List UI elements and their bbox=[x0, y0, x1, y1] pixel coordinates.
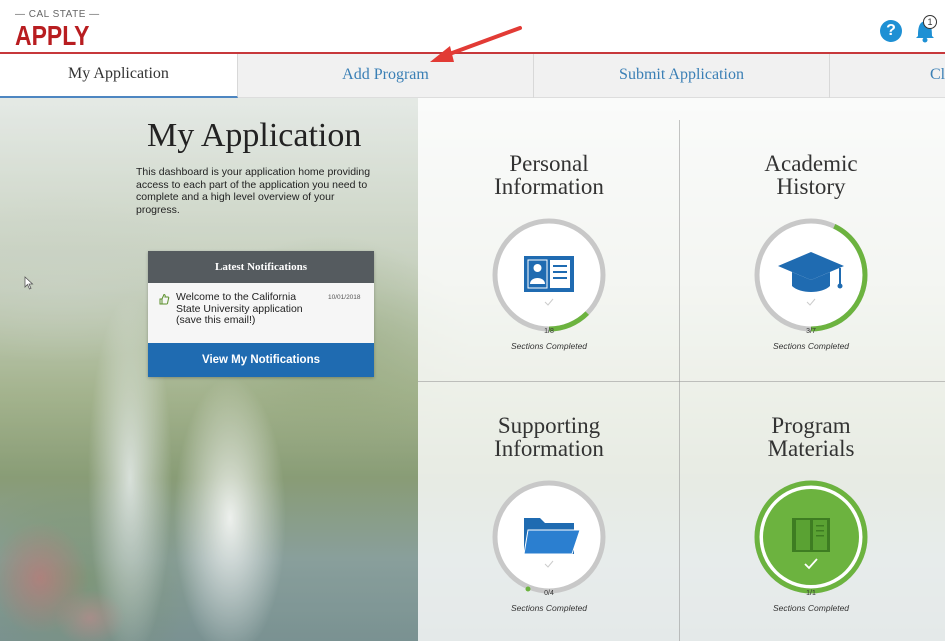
tile-sections-label: Sections Completed bbox=[510, 341, 588, 351]
page-description: This dashboard is your application home … bbox=[136, 166, 371, 216]
notifications-header: Latest Notifications bbox=[148, 251, 374, 283]
tab-cl-truncated[interactable]: Cl bbox=[830, 54, 945, 98]
progress-ring bbox=[754, 480, 868, 594]
tile-title-line2: Information bbox=[494, 436, 604, 461]
latest-notifications-card: Latest Notifications Welcome to the Cali… bbox=[148, 251, 374, 377]
tile-academic-history[interactable]: Academic History 3/7 Sections Completed bbox=[680, 120, 942, 382]
help-icon[interactable]: ? bbox=[880, 20, 902, 42]
annotation-arrow-icon bbox=[430, 26, 522, 62]
notification-count-badge: 1 bbox=[923, 15, 937, 29]
tile-title: Personal Information bbox=[418, 152, 680, 198]
tile-sections-label: Sections Completed bbox=[772, 341, 850, 351]
progress-ring bbox=[492, 480, 606, 594]
thumbs-up-icon bbox=[159, 293, 170, 305]
tile-title: Supporting Information bbox=[418, 414, 680, 460]
tile-count: 1/8 bbox=[544, 328, 554, 335]
logo-top-text: — CAL STATE — bbox=[15, 9, 100, 20]
notification-date: 10/01/2018 bbox=[328, 294, 361, 301]
tile-personal-information[interactable]: Personal Information 1/8 Sections Comple… bbox=[418, 120, 680, 382]
tile-title-line1: Academic bbox=[764, 151, 858, 176]
notifications-bell-button[interactable]: 1 bbox=[912, 14, 942, 44]
notification-text: Welcome to the California State Universi… bbox=[176, 291, 303, 326]
tile-title-line2: History bbox=[776, 174, 846, 199]
view-my-notifications-button[interactable]: View My Notifications bbox=[148, 343, 374, 377]
book-icon bbox=[792, 518, 830, 552]
tile-sections-label: Sections Completed bbox=[772, 603, 850, 613]
tile-title-line1: Supporting bbox=[497, 413, 601, 438]
cal-state-apply-logo[interactable]: — CAL STATE — APPLY bbox=[15, 9, 99, 53]
mouse-cursor-icon bbox=[24, 276, 34, 290]
folder-icon bbox=[523, 518, 581, 555]
page-title: My Application bbox=[147, 117, 362, 154]
tile-title: Academic History bbox=[680, 152, 942, 198]
notification-item[interactable]: Welcome to the California State Universi… bbox=[148, 283, 374, 343]
tile-supporting-information[interactable]: Supporting Information 0/4 Sections Comp… bbox=[418, 382, 680, 641]
tile-title-line2: Materials bbox=[767, 436, 855, 461]
tile-title-line2: Information bbox=[494, 174, 604, 199]
tile-title-line1: Program bbox=[771, 413, 851, 438]
tile-count: 3/7 bbox=[806, 328, 816, 335]
progress-ring bbox=[754, 218, 868, 332]
tab-my-application[interactable]: My Application bbox=[0, 54, 238, 98]
id-card-icon bbox=[524, 256, 574, 292]
tile-title-line1: Personal bbox=[509, 151, 589, 176]
logo-main-text: APPLY bbox=[15, 20, 90, 51]
tile-program-materials[interactable]: Program Materials 1/1 Sections Completed bbox=[680, 382, 942, 641]
tile-title: Program Materials bbox=[680, 414, 942, 460]
tile-count: 0/4 bbox=[544, 590, 554, 597]
tab-submit-application[interactable]: Submit Application bbox=[534, 54, 830, 98]
tile-sections-label: Sections Completed bbox=[510, 603, 588, 613]
tile-count: 1/1 bbox=[806, 590, 816, 597]
progress-ring bbox=[492, 218, 606, 332]
